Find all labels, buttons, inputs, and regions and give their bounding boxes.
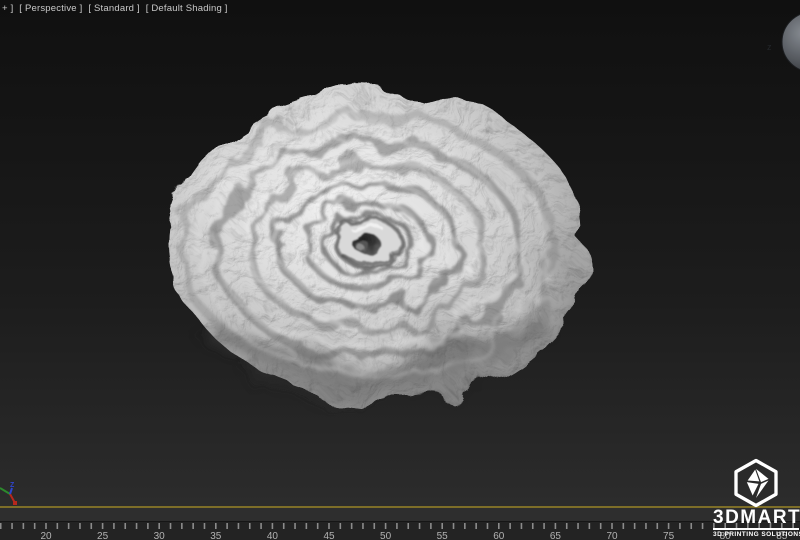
svg-text:65: 65 bbox=[550, 531, 562, 540]
nav-sphere[interactable]: z bbox=[767, 12, 800, 72]
application-window: Z z + ] [ Perspective ] [ Standard ] [ D… bbox=[0, 0, 800, 540]
viewport-menu-shading[interactable]: [ Default Shading ] bbox=[146, 3, 228, 14]
svg-text:40: 40 bbox=[267, 531, 279, 540]
svg-text:60: 60 bbox=[493, 531, 505, 540]
viewport-scene: Z z bbox=[0, 0, 800, 506]
viewport-label: + ] [ Perspective ] [ Standard ] [ Defau… bbox=[2, 3, 231, 14]
logo-subtitle: 3D PRINTING SOLUTIONS bbox=[713, 531, 799, 538]
svg-text:35: 35 bbox=[210, 531, 222, 540]
svg-text:20: 20 bbox=[40, 531, 52, 540]
brand-watermark: 3DMART 3D PRINTING SOLUTIONS bbox=[713, 458, 799, 538]
world-axis-gizmo: Z bbox=[0, 482, 17, 505]
viewport-3d[interactable]: Z z + ] [ Perspective ] [ Standard ] [ D… bbox=[0, 0, 800, 506]
viewport-menu-renderer[interactable]: [ Standard ] bbox=[88, 3, 140, 14]
svg-text:55: 55 bbox=[437, 531, 449, 540]
timeline-ruler: 2025303540455055606570758085 bbox=[0, 522, 800, 540]
svg-text:50: 50 bbox=[380, 531, 392, 540]
time-slider-track[interactable] bbox=[0, 508, 800, 521]
svg-text:30: 30 bbox=[154, 531, 166, 540]
svg-text:45: 45 bbox=[323, 531, 335, 540]
model-3d-scan[interactable] bbox=[168, 89, 584, 401]
timeline-trackbar[interactable]: 2025303540455055606570758085 bbox=[0, 521, 800, 540]
svg-text:25: 25 bbox=[97, 531, 109, 540]
viewport-menu-general[interactable]: + ] bbox=[2, 3, 13, 14]
axis-z-label: Z bbox=[10, 482, 15, 489]
model-center-eye bbox=[336, 219, 402, 267]
svg-text:70: 70 bbox=[606, 531, 618, 540]
nav-sphere-z-label: z bbox=[767, 42, 772, 52]
svg-text:75: 75 bbox=[663, 531, 675, 540]
logo-title: 3DMART bbox=[713, 509, 799, 530]
axis-x-tip bbox=[13, 501, 17, 505]
axis-y-line bbox=[0, 488, 10, 494]
viewport-menu-pov[interactable]: [ Perspective ] bbox=[19, 3, 82, 14]
3dmart-logo-icon bbox=[731, 458, 781, 508]
